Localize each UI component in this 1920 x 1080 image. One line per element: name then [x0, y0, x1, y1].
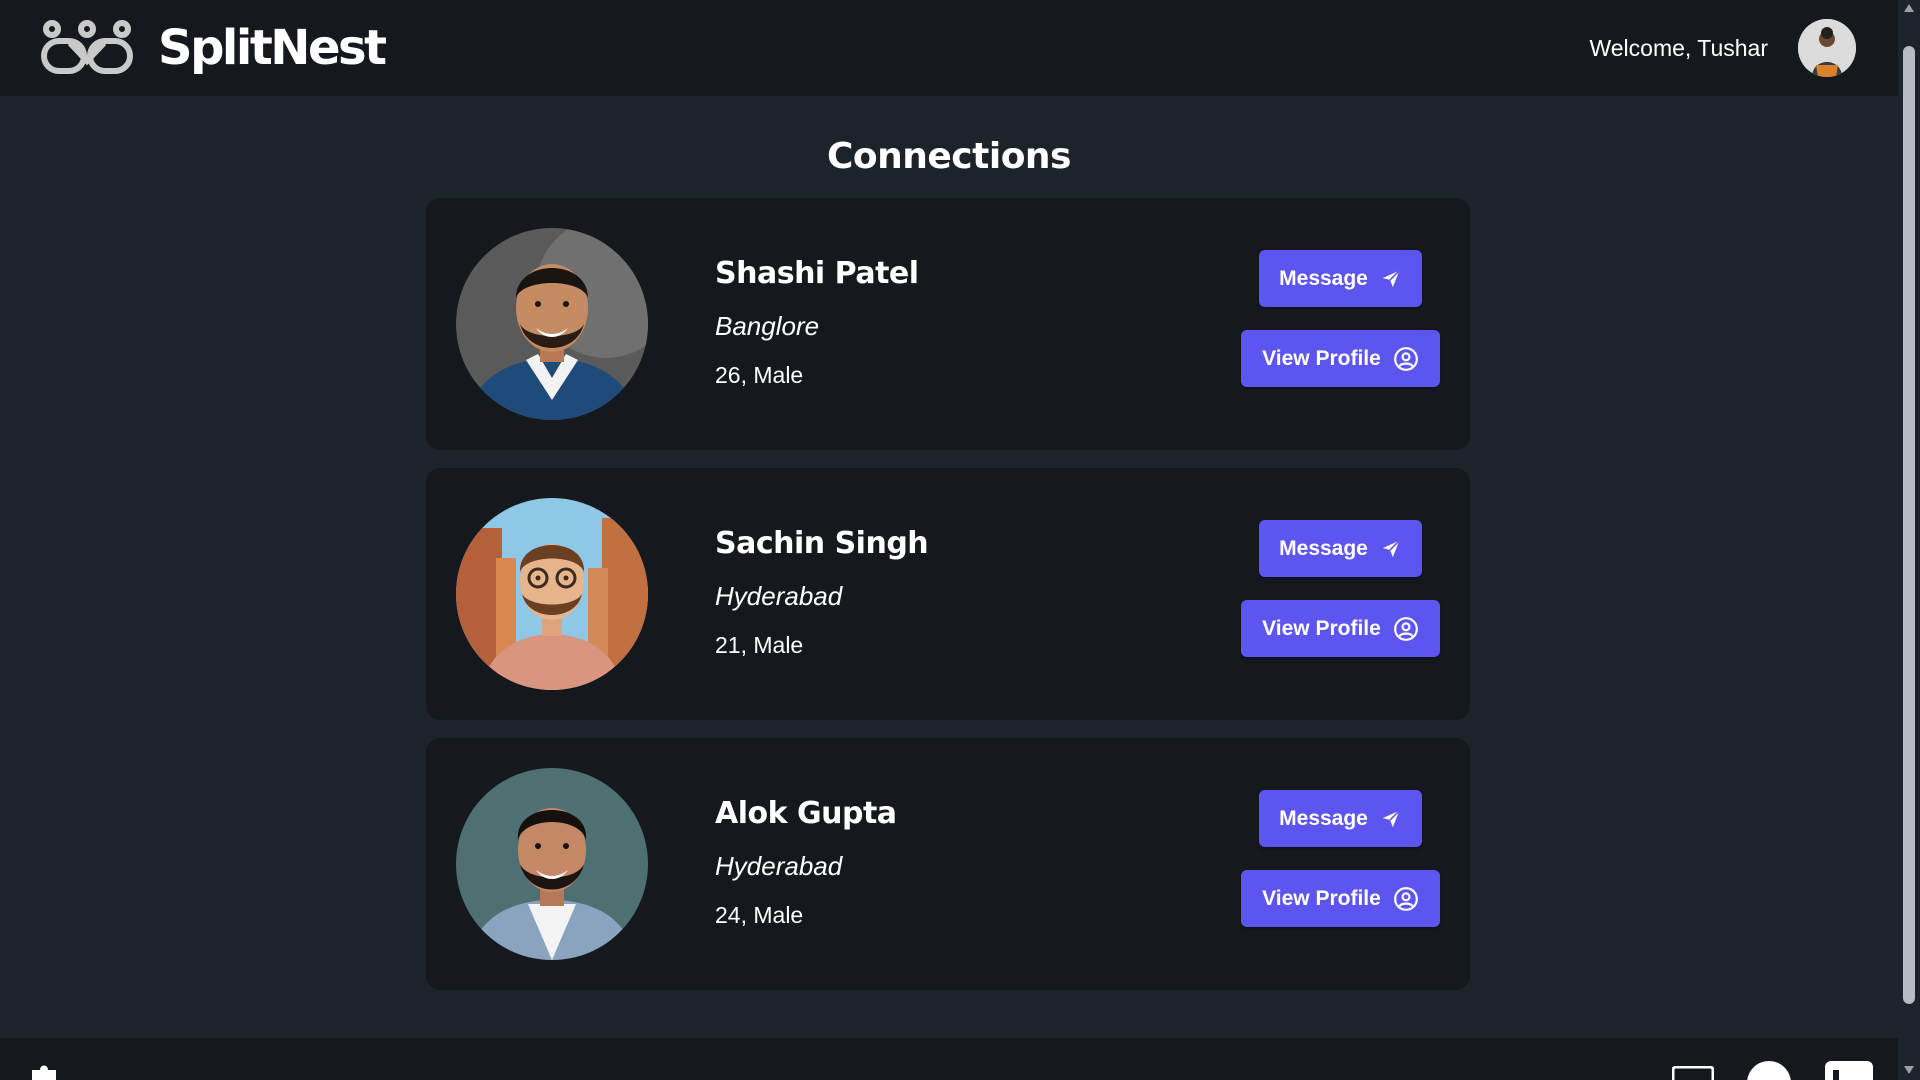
view-profile-button[interactable]: View Profile — [1241, 600, 1440, 657]
connection-name: Alok Gupta — [715, 796, 897, 831]
view-profile-button-label: View Profile — [1262, 886, 1381, 910]
connection-city: Hyderabad — [715, 851, 843, 881]
user-circle-icon — [1393, 886, 1418, 911]
view-profile-button-label: View Profile — [1262, 346, 1381, 370]
connection-card: Shashi Patel Banglore 26, Male Message V… — [426, 198, 1470, 450]
send-icon — [1382, 809, 1400, 827]
connection-card: Sachin Singh Hyderabad 21, Male Message … — [426, 468, 1470, 720]
connection-age-gender: 24, Male — [715, 902, 804, 928]
message-button[interactable]: Message — [1259, 790, 1422, 847]
nav-user-area: Welcome, Tushar — [1589, 19, 1856, 77]
scroll-down-arrow-icon[interactable] — [1904, 1066, 1914, 1074]
vertical-scrollbar[interactable] — [1898, 0, 1920, 1080]
connection-city: Hyderabad — [715, 581, 843, 611]
profile-photo-icon — [456, 228, 648, 420]
view-profile-button-label: View Profile — [1262, 616, 1381, 640]
view-profile-button[interactable]: View Profile — [1241, 330, 1440, 387]
connection-age-gender: 26, Male — [715, 362, 804, 388]
message-button-label: Message — [1279, 536, 1368, 560]
connection-name: Shashi Patel — [715, 256, 919, 291]
scroll-up-arrow-icon[interactable] — [1904, 4, 1914, 12]
footer — [0, 1038, 1898, 1080]
connection-city: Banglore — [715, 311, 820, 341]
page-title: Connections — [826, 136, 1072, 177]
message-button[interactable]: Message — [1259, 250, 1422, 307]
user-avatar-icon[interactable] — [1798, 19, 1856, 77]
user-circle-icon — [1393, 346, 1418, 371]
view-profile-button[interactable]: View Profile — [1241, 870, 1440, 927]
connection-card: Alok Gupta Hyderabad 24, Male Message Vi… — [426, 738, 1470, 990]
brand[interactable]: SplitNest — [40, 17, 387, 79]
github-icon[interactable] — [1746, 1060, 1792, 1080]
navbar: SplitNest Welcome, Tushar — [0, 0, 1898, 96]
scrollbar-thumb[interactable] — [1903, 46, 1915, 1004]
mail-icon[interactable] — [1672, 1066, 1714, 1080]
message-button[interactable]: Message — [1259, 520, 1422, 577]
connections-page: Connections Shashi Patel Banglore 26, Ma… — [0, 96, 1898, 1038]
brand-name: SplitNest — [158, 20, 387, 76]
connection-name: Sachin Singh — [715, 526, 929, 561]
puzzle-icon — [32, 1065, 56, 1080]
message-button-label: Message — [1279, 266, 1368, 290]
linked-chain-logo-icon — [41, 20, 133, 74]
send-icon — [1382, 539, 1400, 557]
message-button-label: Message — [1279, 806, 1368, 830]
send-icon — [1382, 269, 1400, 287]
profile-photo-icon — [456, 768, 648, 960]
welcome-text: Welcome, Tushar — [1589, 34, 1768, 61]
connection-age-gender: 21, Male — [715, 632, 804, 658]
profile-photo-icon — [456, 498, 648, 690]
linkedin-icon[interactable] — [1824, 1060, 1874, 1080]
user-circle-icon — [1393, 616, 1418, 641]
